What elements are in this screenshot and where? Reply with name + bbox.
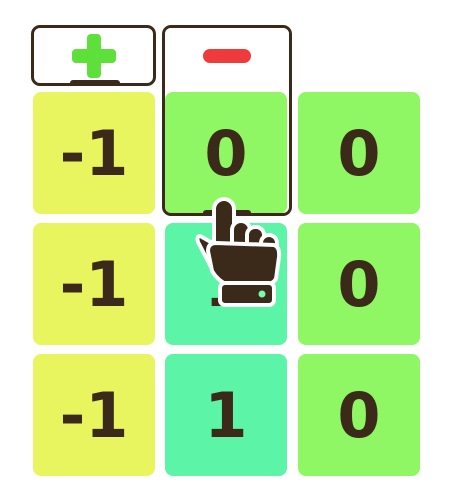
grid-cell[interactable]: 0 — [298, 92, 420, 214]
minus-icon — [203, 49, 251, 63]
grid-cell[interactable]: 0 — [298, 354, 420, 476]
pointing-hand-cursor-icon — [195, 197, 282, 307]
grid-cell[interactable]: 1 — [165, 354, 287, 476]
grid-cell[interactable]: -1 — [33, 223, 155, 345]
grid-cell[interactable]: 0 — [298, 223, 420, 345]
grid-cell[interactable]: -1 — [33, 354, 155, 476]
plus-icon — [72, 34, 116, 78]
plus-tool-button[interactable] — [31, 25, 156, 86]
grid-cell[interactable]: -1 — [33, 92, 155, 214]
plus-tool-tab — [70, 80, 120, 86]
minus-tool-button[interactable] — [162, 25, 292, 216]
